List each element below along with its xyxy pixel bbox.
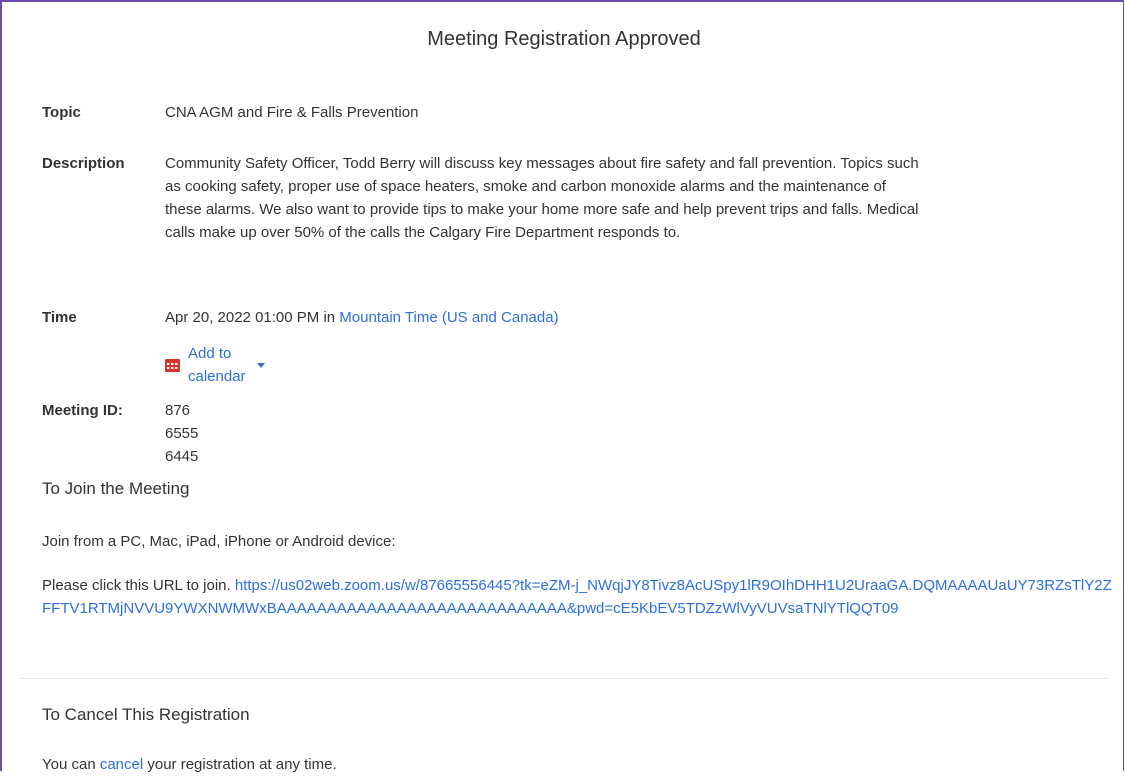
join-url-paragraph: Please click this URL to join. https://u… — [42, 574, 1117, 620]
time-label: Time — [42, 309, 77, 326]
calendar-icon — [165, 358, 180, 372]
description-text: Community Safety Officer, Todd Berry wil… — [165, 155, 919, 241]
add-to-calendar-label[interactable]: Add to calendar — [188, 342, 246, 388]
meeting-id-label: Meeting ID: — [42, 402, 123, 419]
chevron-down-icon[interactable] — [256, 362, 265, 368]
page-title: Meeting Registration Approved — [427, 28, 701, 50]
topic-label: Topic — [42, 104, 81, 121]
cancel-link[interactable]: cancel — [100, 756, 143, 773]
join-devices-text: Join from a PC, Mac, iPad, iPhone or And… — [42, 533, 396, 550]
divider — [20, 678, 1108, 679]
cancel-text-before: You can — [42, 756, 96, 773]
timezone-link[interactable]: Mountain Time (US and Canada) — [339, 309, 558, 326]
join-heading: To Join the Meeting — [42, 479, 190, 498]
registration-panel: Meeting Registration Approved Topic CNA … — [0, 0, 1124, 773]
meeting-id-value: 876 6555 6445 — [165, 402, 199, 465]
topic-value: CNA AGM and Fire & Falls Prevention — [165, 104, 419, 121]
add-to-calendar-button[interactable]: Add to calendar — [165, 342, 265, 388]
description-label: Description — [42, 155, 125, 172]
cancel-heading: To Cancel This Registration — [42, 705, 250, 724]
join-click-text: Please click this URL to join. — [42, 577, 231, 594]
cancel-text-after: your registration at any time. — [147, 756, 337, 773]
time-date: Apr 20, 2022 01:00 PM in — [165, 309, 336, 326]
cancel-paragraph: You can cancel your registration at any … — [42, 753, 337, 776]
